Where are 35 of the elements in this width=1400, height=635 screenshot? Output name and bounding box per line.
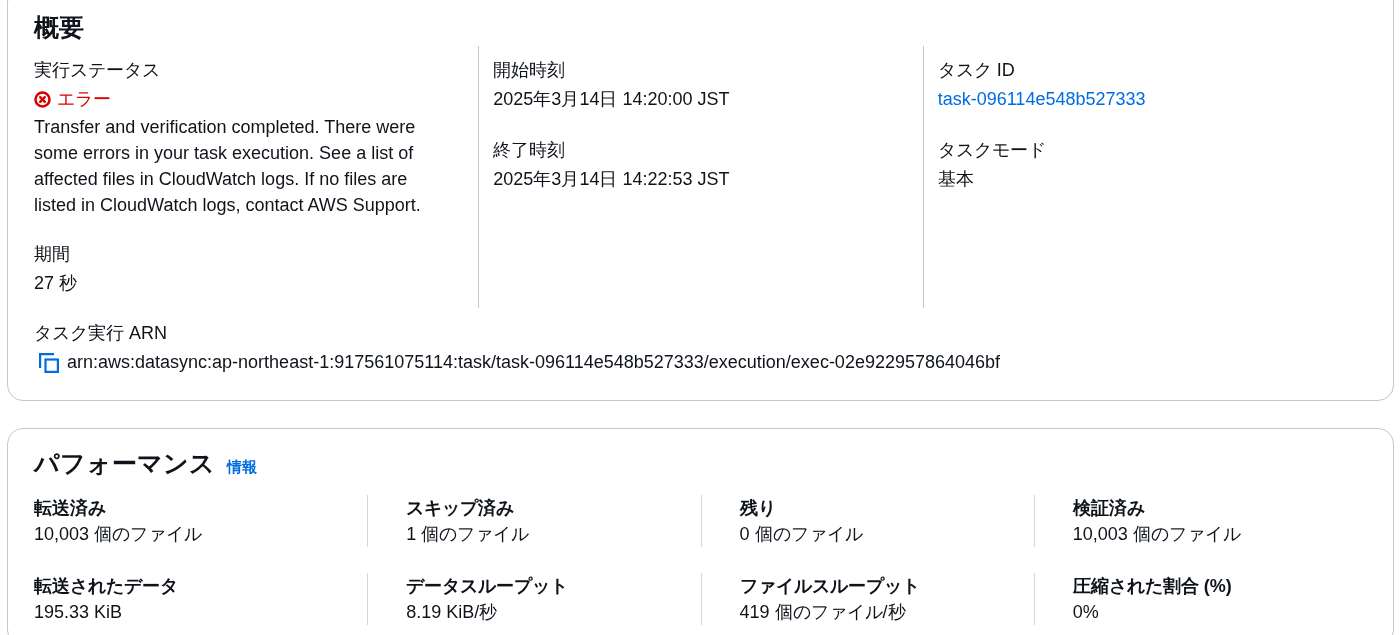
metric-label: ファイルスループット <box>739 575 920 598</box>
field-label: タスク実行 ARN <box>34 322 167 345</box>
metric-value: 8.19 KiB/秒 <box>406 601 498 624</box>
field-label: 実行ステータス <box>34 59 160 82</box>
field-value: 2025年3月14日 14:20:00 JST <box>493 88 730 111</box>
field-value: 2025年3月14日 14:22:53 JST <box>493 168 730 191</box>
field-label: タスクモード <box>937 139 1046 162</box>
field-label: 期間 <box>34 243 70 266</box>
section-title: パフォーマンス <box>34 448 215 478</box>
section-title: 概要 <box>34 13 85 41</box>
info-link[interactable]: 情報 <box>227 458 257 477</box>
metric-value: 195.33 KiB <box>34 601 123 624</box>
metric-label: スキップ済み <box>406 497 515 520</box>
description-text: Transfer and verification completed. There were some errors in your task execution. See a list of affected files in CloudWatch logs. If no files are listed in CloudWatch logs, contact AWS Support. <box>34 116 422 217</box>
metric-label: 圧縮された割合 (%) <box>1072 575 1232 598</box>
copy-icon[interactable] <box>39 352 59 373</box>
metric-value: 0 個のファイル <box>739 523 863 546</box>
metric-value: 10,003 個のファイル <box>1072 523 1241 546</box>
arn-value: arn:aws:datasync:ap-northeast-1:917561075114:task/task-096114e548b527333/execution/exec-02e922957864046bf <box>67 351 1001 374</box>
metric-value: 1 個のファイル <box>406 523 530 546</box>
metric-label: 残り <box>739 497 776 520</box>
field-label: 終了時刻 <box>493 139 566 162</box>
metric-value: 10,003 個のファイル <box>34 523 203 546</box>
metric-label: 検証済み <box>1072 497 1145 520</box>
status-text: エラー <box>57 88 111 111</box>
field-link[interactable]: task-096114e548b527333 <box>937 85 1146 114</box>
metric-value: 419 個のファイル/秒 <box>739 601 906 624</box>
field-label: 開始時刻 <box>493 59 566 82</box>
metric-label: 転送されたデータ <box>34 575 178 598</box>
metric-value: 0% <box>1072 601 1099 624</box>
metric-label: 転送済み <box>34 497 106 520</box>
field-value: 27 秒 <box>34 272 78 295</box>
field-value: 基本 <box>937 168 974 191</box>
field-label: タスク ID <box>937 59 1015 82</box>
metric-label: データスループット <box>406 575 569 598</box>
